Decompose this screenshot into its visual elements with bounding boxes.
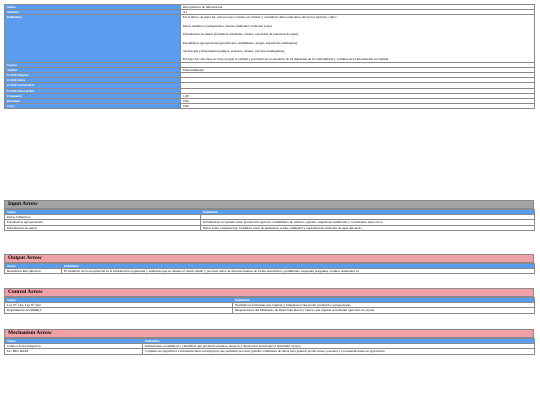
control-row-name: Reglamentos del MDRyT: [4, 307, 233, 314]
table-row: Reglamentos del MDRyT Disposiciones del M…: [4, 307, 535, 314]
output-arrow-section: Output Arrow Name Definition Resultados Re…: [4, 254, 535, 275]
mechanism-arrow-section: Mechanism Arrow Name Definition Centros de…: [4, 329, 535, 355]
table-row: IA / BIG DATA Conjunto de algoritmos e in…: [4, 348, 535, 355]
control-arrow-table: Name Definition Ley N° 144- Ley N° 622 Norm…: [4, 296, 535, 314]
detail-label-cost: Cost: [4, 103, 181, 110]
table-row: Información de suelos Datos sobre composi…: [4, 224, 535, 231]
definition-paragraph: Datos climáticos (temperatura, lluvias, …: [183, 23, 273, 28]
detail-value-cost: 0,00: [180, 103, 535, 110]
definition-paragraph: Tecnología y maquinaria (equipos, sensor…: [183, 48, 285, 53]
idef0-activity-report: Name Recopilacion de informacion Number A1 D…: [4, 3, 535, 355]
definition-paragraph: Información de suelos (fertilidad, nutri…: [183, 32, 299, 37]
output-row-name: Resultados Recopilacion: [4, 268, 62, 275]
definition-paragraph: En el marco de Agro IA, este proceso con…: [183, 15, 337, 20]
output-arrow-title: Output Arrow: [4, 254, 534, 263]
input-arrow-title: Input Arrow: [4, 200, 534, 209]
output-row-definition: El resultado de la recopilación es la in…: [61, 268, 535, 275]
mechanism-arrow-title: Mechanism Arrow: [4, 329, 534, 338]
definition-paragraph: En Agro IA, esta fase es clave porque la…: [183, 57, 390, 62]
mechanism-row-definition: Conjunto de algoritmos e infraestructura…: [142, 348, 535, 355]
detail-label-definition: Definition: [4, 14, 181, 63]
detail-row: Definition En el marco de Agro IA, este p…: [4, 14, 535, 63]
mechanism-arrow-table: Name Definition Centros de investigación In…: [4, 337, 535, 355]
detail-row: Cost 0,00: [4, 103, 535, 110]
definition-paragraph: Estadísticas agropecuarias (producción, …: [183, 40, 298, 45]
input-row-name: Información de suelos: [4, 224, 201, 231]
control-arrow-section: Control Arrow Name Definition Ley N° 144- …: [4, 288, 535, 314]
input-arrow-table: Name Definition Datos Climaticos Estadistic…: [4, 208, 535, 231]
mechanism-row-name: IA / BIG DATA: [4, 348, 143, 355]
output-arrow-table: Name Definition Resultados Recopilacion El …: [4, 262, 535, 275]
input-arrow-section: Input Arrow Name Definition Datos Climatic…: [4, 200, 535, 231]
table-row: Resultados Recopilacion El resultado de l…: [4, 268, 535, 275]
control-arrow-title: Control Arrow: [4, 288, 534, 297]
activity-details-table: Name Recopilacion de informacion Number A1 D…: [4, 3, 535, 110]
detail-value-definition: En el marco de Agro IA, este proceso con…: [180, 14, 535, 63]
input-row-definition: Datos sobre composición, fertilidad, niv…: [200, 224, 535, 231]
control-row-definition: Disposiciones del Ministerio de Desarrol…: [232, 307, 535, 314]
